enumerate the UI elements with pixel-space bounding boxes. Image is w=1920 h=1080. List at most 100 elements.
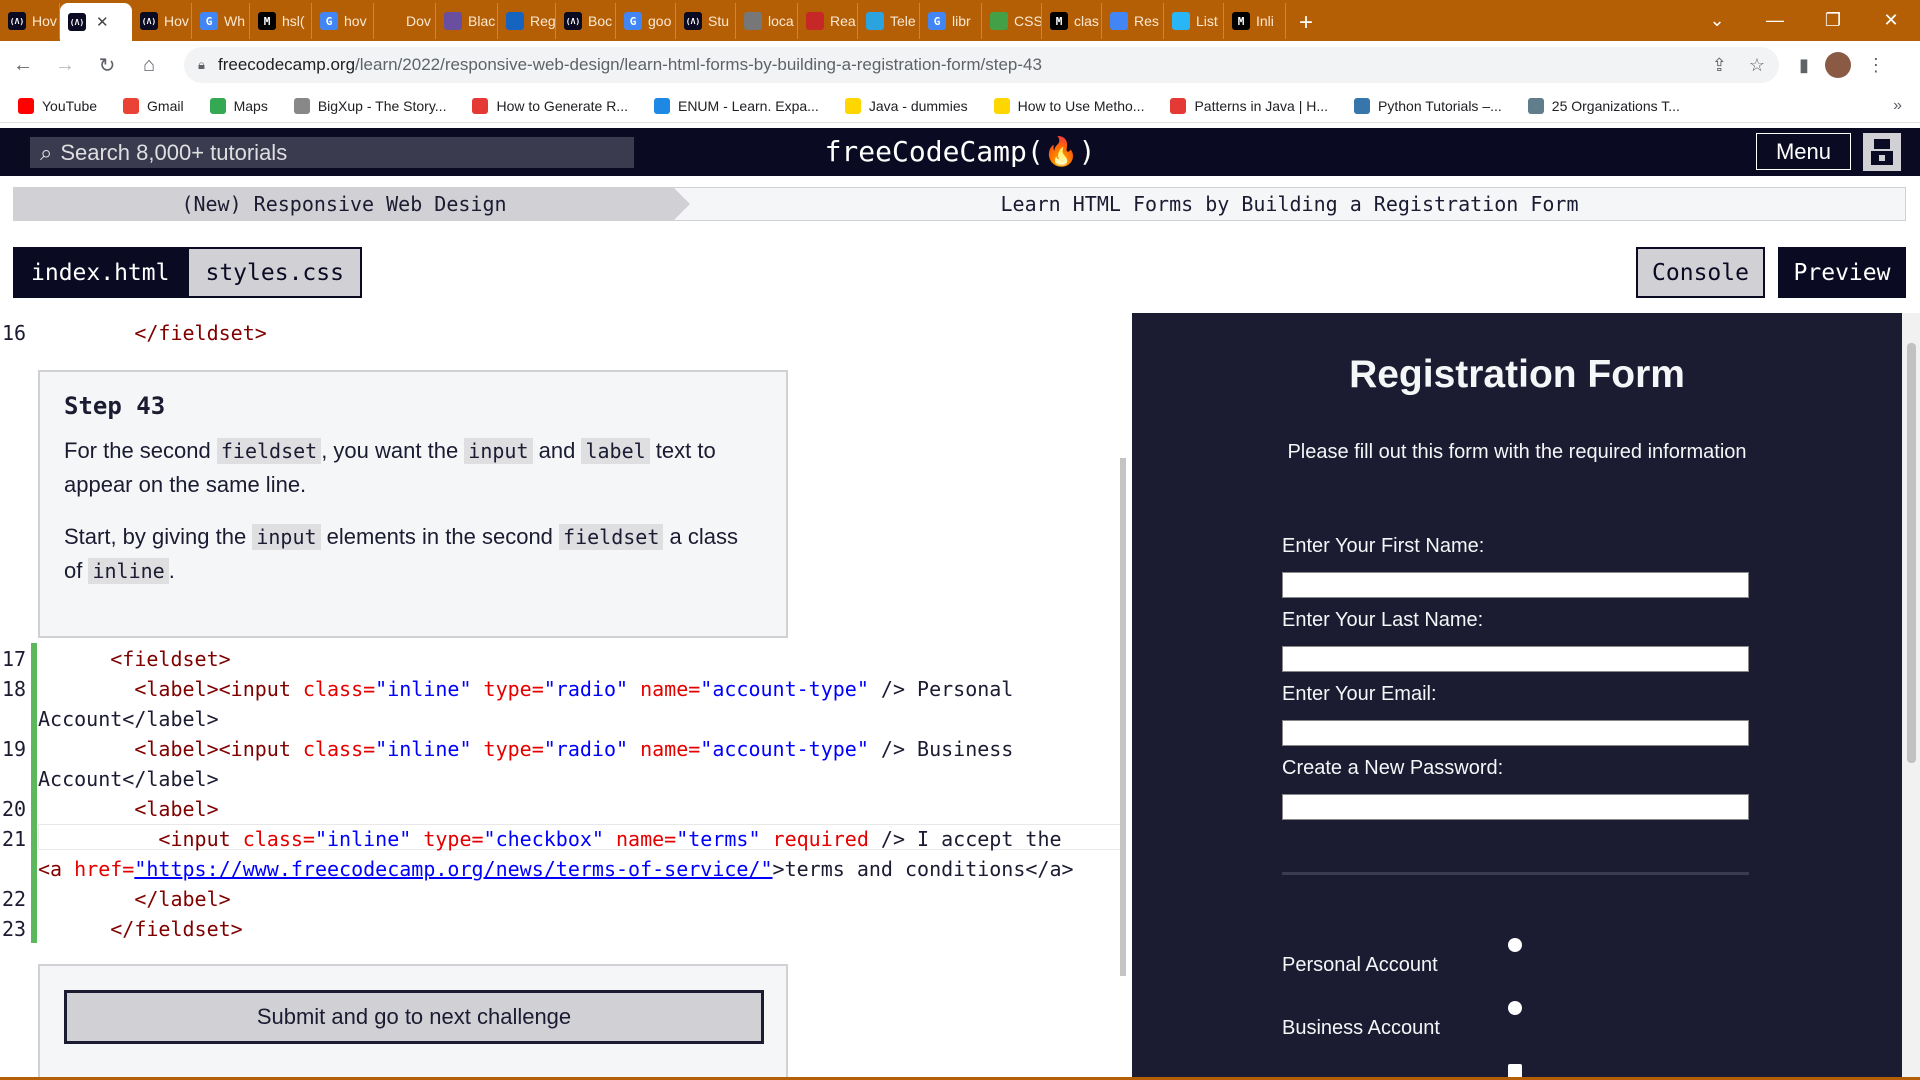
browser-tab-label: Tele: [890, 13, 916, 29]
close-tab-icon[interactable]: ✕: [96, 13, 109, 31]
breadcrumb-course[interactable]: (New) Responsive Web Design: [14, 188, 690, 220]
restore-button[interactable]: ❐: [1804, 0, 1862, 41]
code-line[interactable]: <fieldset>: [38, 647, 230, 671]
step-text: For the second: [64, 438, 217, 463]
share-icon[interactable]: ⇪: [1712, 55, 1727, 76]
search-input[interactable]: ⌕ Search 8,000+ tutorials: [30, 137, 634, 168]
password-field[interactable]: [1282, 794, 1749, 820]
bookmark-item[interactable]: How to Generate R...: [472, 97, 628, 114]
browser-tab[interactable]: (Λ) Stu: [676, 3, 736, 39]
user-avatar[interactable]: [1863, 133, 1901, 171]
code-token: href=: [74, 857, 135, 881]
chrome-menu-icon[interactable]: ⋮: [1867, 55, 1885, 76]
code-line[interactable]: <label><input class="inline" type="radio…: [38, 737, 1013, 761]
e-icon: [653, 97, 670, 114]
browser-tab[interactable]: Res: [1102, 3, 1164, 39]
browser-tab[interactable]: Reg: [498, 3, 556, 39]
preview-button[interactable]: Preview: [1778, 247, 1906, 298]
code-line[interactable]: <label><input class="inline" type="radio…: [38, 677, 1013, 701]
code-token: /> I accept the: [868, 827, 1062, 851]
browser-tab[interactable]: Mhsl(: [250, 3, 312, 39]
browser-tab-label: Rea: [830, 13, 856, 29]
console-button[interactable]: Console: [1636, 247, 1765, 298]
line-number: 21: [2, 827, 27, 851]
code-token: name=: [628, 677, 701, 701]
code-line-wrap[interactable]: Account</label>: [38, 767, 219, 791]
bookmark-item[interactable]: Patterns in Java | H...: [1170, 97, 1328, 114]
code-token: <a: [38, 857, 75, 881]
new-tab-button[interactable]: +: [1286, 5, 1326, 41]
side-panel-icon[interactable]: ▮: [1799, 55, 1809, 76]
bookmark-item[interactable]: BigXup - The Story...: [293, 97, 446, 114]
personal-account-radio[interactable]: [1508, 938, 1522, 952]
settings-icon: [744, 12, 762, 30]
browser-tab[interactable]: loca: [736, 3, 798, 39]
browser-tab[interactable]: List: [1164, 3, 1224, 39]
browser-tab[interactable]: Dov: [374, 3, 436, 39]
forward-button[interactable]: →: [46, 46, 84, 84]
tab-index-html[interactable]: index.html: [13, 247, 188, 298]
browser-tab[interactable]: Glibr: [920, 3, 982, 39]
code-line-wrap[interactable]: Account</label>: [38, 707, 219, 731]
bookmark-item[interactable]: ENUM - Learn. Expa...: [653, 97, 819, 114]
code-line[interactable]: </label>: [38, 887, 230, 911]
home-button[interactable]: ⌂: [130, 46, 168, 84]
browser-tab[interactable]: Ggoo: [616, 3, 676, 39]
browser-tab[interactable]: (Λ) Boc: [556, 3, 616, 39]
browser-tab[interactable]: G Wh: [192, 3, 250, 39]
more-bookmarks-icon[interactable]: »: [1893, 97, 1902, 115]
browser-tab[interactable]: M Inli: [1224, 3, 1286, 39]
bookmark-item[interactable]: Python Tutorials –...: [1354, 97, 1502, 114]
tab-styles-css[interactable]: styles.css: [187, 247, 362, 298]
business-account-radio[interactable]: [1508, 1001, 1522, 1015]
code-line[interactable]: </fieldset>: [38, 321, 266, 345]
browser-tab[interactable]: (Λ) Hov: [132, 3, 192, 39]
preview-scrollbar-thumb[interactable]: [1907, 343, 1916, 763]
email-field[interactable]: [1282, 720, 1749, 746]
terms-checkbox[interactable]: [1508, 1064, 1522, 1078]
browser-tab[interactable]: Blac: [436, 3, 498, 39]
browser-tab[interactable]: (Λ) Hov: [0, 3, 60, 39]
address-toolbar: ← → ↻ ⌂ 🔒︎ freecodecamp.org/learn/2022/r…: [0, 41, 1920, 89]
browser-tab[interactable]: (Λ) ✕: [60, 3, 132, 41]
bookmark-item[interactable]: How to Use Metho...: [993, 97, 1144, 114]
code-token: <label><input: [134, 737, 303, 761]
submit-button[interactable]: Submit and go to next challenge: [64, 990, 764, 1044]
code-line[interactable]: <label>: [38, 797, 218, 821]
breadcrumb-project[interactable]: Learn HTML Forms by Building a Registrat…: [674, 188, 1905, 220]
bookmark-label: Java - dummies: [868, 97, 968, 114]
code-line[interactable]: </fieldset>: [38, 917, 243, 941]
bookmark-star-icon[interactable]: ☆: [1749, 55, 1765, 76]
browser-tab[interactable]: CSS: [982, 3, 1042, 39]
browser-tab-label: Wh: [224, 13, 245, 29]
minimize-button[interactable]: —: [1746, 0, 1804, 41]
code-line[interactable]: <input class="inline" type="checkbox" na…: [38, 827, 1062, 851]
browser-tab[interactable]: Tele: [858, 3, 920, 39]
profile-avatar[interactable]: [1824, 52, 1851, 78]
lock-icon[interactable]: 🔒︎: [198, 57, 218, 73]
browser-tab-strip: (Λ) Hov (Λ) ✕ (Λ) Hov G Wh Mhsl(Ghov Dov Blac Reg (Λ…: [0, 0, 1920, 41]
menu-button[interactable]: Menu: [1756, 133, 1851, 170]
bookmark-item[interactable]: Java - dummies: [844, 97, 968, 114]
first-name-field[interactable]: [1282, 572, 1749, 598]
code-link[interactable]: "https://www.freecodecamp.org/news/terms…: [134, 857, 772, 881]
reload-button[interactable]: ↻: [88, 46, 126, 84]
bookmark-item[interactable]: Maps: [209, 97, 268, 114]
code-token: </fieldset>: [110, 917, 243, 941]
editor-scrollbar[interactable]: [1120, 458, 1126, 976]
tab-search-icon[interactable]: ⌄: [1688, 0, 1746, 41]
browser-tab[interactable]: Ghov: [312, 3, 374, 39]
bookmark-item[interactable]: 25 Organizations T...: [1527, 97, 1680, 114]
browser-tab[interactable]: Rea: [798, 3, 858, 39]
close-window-button[interactable]: ✕: [1862, 0, 1920, 41]
app-icon: [506, 12, 524, 30]
last-name-field[interactable]: [1282, 646, 1749, 672]
bookmark-item[interactable]: Gmail: [123, 97, 184, 114]
bookmark-item[interactable]: YouTube: [18, 97, 97, 114]
browser-tab[interactable]: Mclas: [1042, 3, 1102, 39]
url-bar[interactable]: 🔒︎ freecodecamp.org/learn/2022/responsiv…: [184, 47, 1779, 83]
back-button[interactable]: ←: [4, 46, 42, 84]
code-editor[interactable]: 16 </fieldset> Step 43 For the second fi…: [0, 313, 1126, 1080]
preview-scrollbar[interactable]: [1902, 313, 1920, 1080]
code-line-wrap[interactable]: <a href="https://www.freecodecamp.org/ne…: [38, 857, 1074, 881]
